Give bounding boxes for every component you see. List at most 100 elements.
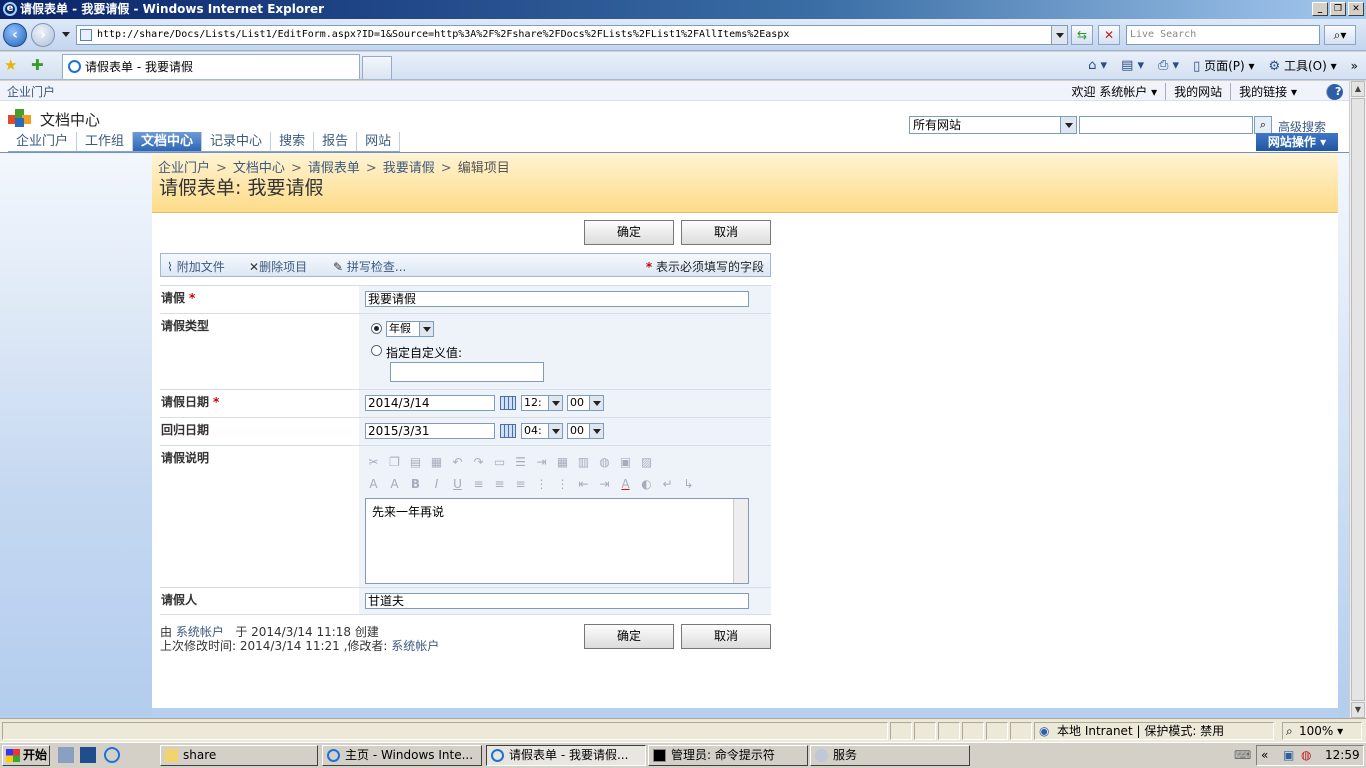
page-menu[interactable]: ▯ 页面(P) ▾ [1193,57,1254,74]
align-left-icon[interactable]: ≡ [470,477,487,491]
font-icon[interactable]: A [365,477,382,491]
link-icon[interactable]: ▭ [491,455,508,469]
calendar-icon[interactable] [500,424,516,438]
topnav-item-search[interactable]: 搜索 [271,132,315,151]
calendar-icon[interactable] [500,396,516,410]
paste-format-icon[interactable]: ▦ [428,455,445,469]
bold-icon[interactable]: B [407,477,424,491]
tab-current[interactable]: 请假表单 - 我要请假 [62,54,360,79]
forward-button[interactable]: › [31,23,55,47]
address-dropdown-icon[interactable] [1051,26,1067,44]
address-bar[interactable]: http://share/Docs/Lists/List1/EditForm.a… [76,25,1068,45]
cancel-button-bottom[interactable]: 取消 [681,624,771,649]
bullet-list-icon[interactable]: ⋮ [554,477,571,491]
show-desktop-icon[interactable] [80,747,96,763]
feeds-icon[interactable]: ▤ ▾ [1121,58,1144,73]
minimize-button[interactable]: _ [1312,2,1328,16]
my-site-link[interactable]: 我的网站 [1165,83,1230,100]
indent-more-icon[interactable]: ⇥ [596,477,613,491]
list-icon[interactable]: ☰ [512,455,529,469]
scroll-up-icon[interactable]: ▲ [1351,81,1365,97]
ltr-icon[interactable]: ↵ [659,477,676,491]
paste-icon[interactable]: ▤ [407,455,424,469]
topnav-item-portal[interactable]: 企业门户 [8,132,78,151]
site-search-input[interactable] [1079,116,1253,134]
clock[interactable]: 12:59 [1325,746,1360,765]
type-select[interactable]: 年假 [386,321,434,337]
text-color-icon[interactable]: A [617,477,634,491]
portal-link[interactable]: 企业门户 [7,83,55,100]
cut-icon[interactable]: ✂ [365,455,382,469]
keyboard-icon[interactable]: ⌨ [1234,748,1251,762]
back-button[interactable]: ‹ [3,23,27,47]
my-links-menu[interactable]: 我的链接 ▾ [1230,83,1305,100]
ok-button-top[interactable]: 确定 [584,220,674,245]
attach-file-button[interactable]: ⌇ 附加文件 [167,258,225,275]
redo-icon[interactable]: ↷ [470,455,487,469]
toolbar-overflow-icon[interactable]: » [1351,59,1358,73]
live-search-input[interactable]: Live Search [1126,25,1320,45]
end-date-input[interactable]: 2015/3/31 [365,423,495,439]
start-minute-select[interactable]: 00 [567,395,604,411]
copy-icon[interactable]: ❐ [386,455,403,469]
type-choice-radio[interactable] [371,323,382,334]
task-ie-home[interactable]: 主页 - Windows Inte... [322,745,482,766]
history-dropdown-icon[interactable] [62,32,70,37]
add-favorite-icon[interactable]: ✚ [31,56,44,74]
editor-scrollbar[interactable] [733,499,748,583]
home-icon[interactable]: ⌂ ▾ [1088,58,1107,73]
font-size-icon[interactable]: A [386,477,403,491]
topnav-item-records[interactable]: 记录中心 [202,132,272,151]
search-go-button[interactable]: ⌕▾ [1324,25,1356,45]
new-tab-button[interactable] [362,56,392,79]
server-manager-icon[interactable] [58,747,74,763]
title-input[interactable]: 我要请假 [365,291,749,307]
task-share[interactable]: share [160,745,318,766]
type-custom-input[interactable] [390,362,544,382]
start-date-input[interactable]: 2014/3/14 [365,395,495,411]
tray-expand-icon[interactable]: « [1261,746,1268,765]
html-icon[interactable]: ▨ [638,455,655,469]
site-actions-menu[interactable]: 网站操作 ▾ [1256,133,1338,151]
ok-button-bottom[interactable]: 确定 [584,624,674,649]
security-zone[interactable]: ◉ 本地 Intranet | 保护模式: 禁用 [1034,722,1274,740]
created-by-link[interactable]: 系统帐户 [176,625,224,639]
window-title-bar[interactable]: e 请假表单 - 我要请假 - Windows Internet Explore… [0,0,1366,19]
topnav-item-sites[interactable]: 网站 [357,132,401,151]
table-icon[interactable]: ▦ [554,455,571,469]
undo-icon[interactable]: ↶ [449,455,466,469]
numbered-list-icon[interactable]: ⋮ [533,477,550,491]
refresh-button[interactable]: ⇆ [1071,25,1093,45]
italic-icon[interactable]: I [428,477,445,491]
modified-by-link[interactable]: 系统帐户 [391,639,439,653]
topnav-item-doc-center[interactable]: 文档中心 [133,132,203,151]
scroll-down-icon[interactable]: ▼ [1351,702,1365,718]
print-icon[interactable]: ⎙ ▾ [1158,58,1179,73]
align-right-icon[interactable]: ≡ [512,477,529,491]
search-icon[interactable]: ⌕ [1254,116,1272,134]
scroll-thumb[interactable] [1351,98,1365,701]
stop-button[interactable]: ✕ [1098,25,1120,45]
close-button[interactable]: ✕ [1348,2,1364,16]
align-center-icon[interactable]: ≡ [491,477,508,491]
highlight-icon[interactable]: ◐ [638,477,655,491]
topnav-item-reports[interactable]: 报告 [314,132,358,151]
zoom-control[interactable]: ⌕ 100% ▾ [1282,722,1362,740]
spell-check-button[interactable]: ✎ 拼写检查... [333,258,406,275]
help-icon[interactable]: ? [1326,83,1343,100]
task-ie-form[interactable]: 请假表单 - 我要请假... [486,745,646,766]
tools-menu[interactable]: ⚙ 工具(O) ▾ [1269,57,1337,74]
description-editor[interactable]: 先来一年再说 [365,498,749,584]
rtl-icon[interactable]: ↳ [680,477,697,491]
topnav-item-workgroup[interactable]: 工作组 [77,132,134,151]
table-edit-icon[interactable]: ▥ [575,455,592,469]
delete-item-button[interactable]: ✕删除项目 [249,258,307,275]
search-scope-select[interactable]: 所有网站 [909,116,1077,134]
outdent-icon[interactable]: ⇤ [575,477,592,491]
page-scrollbar[interactable]: ▲ ▼ [1349,81,1366,718]
network-icon[interactable]: ▣ [1283,746,1294,765]
volume-muted-icon[interactable]: ◍ [1301,746,1311,765]
start-hour-select[interactable]: 12: [521,395,563,411]
underline-icon[interactable]: U [449,477,466,491]
breadcrumb-item[interactable]: 我要请假 [383,161,435,176]
